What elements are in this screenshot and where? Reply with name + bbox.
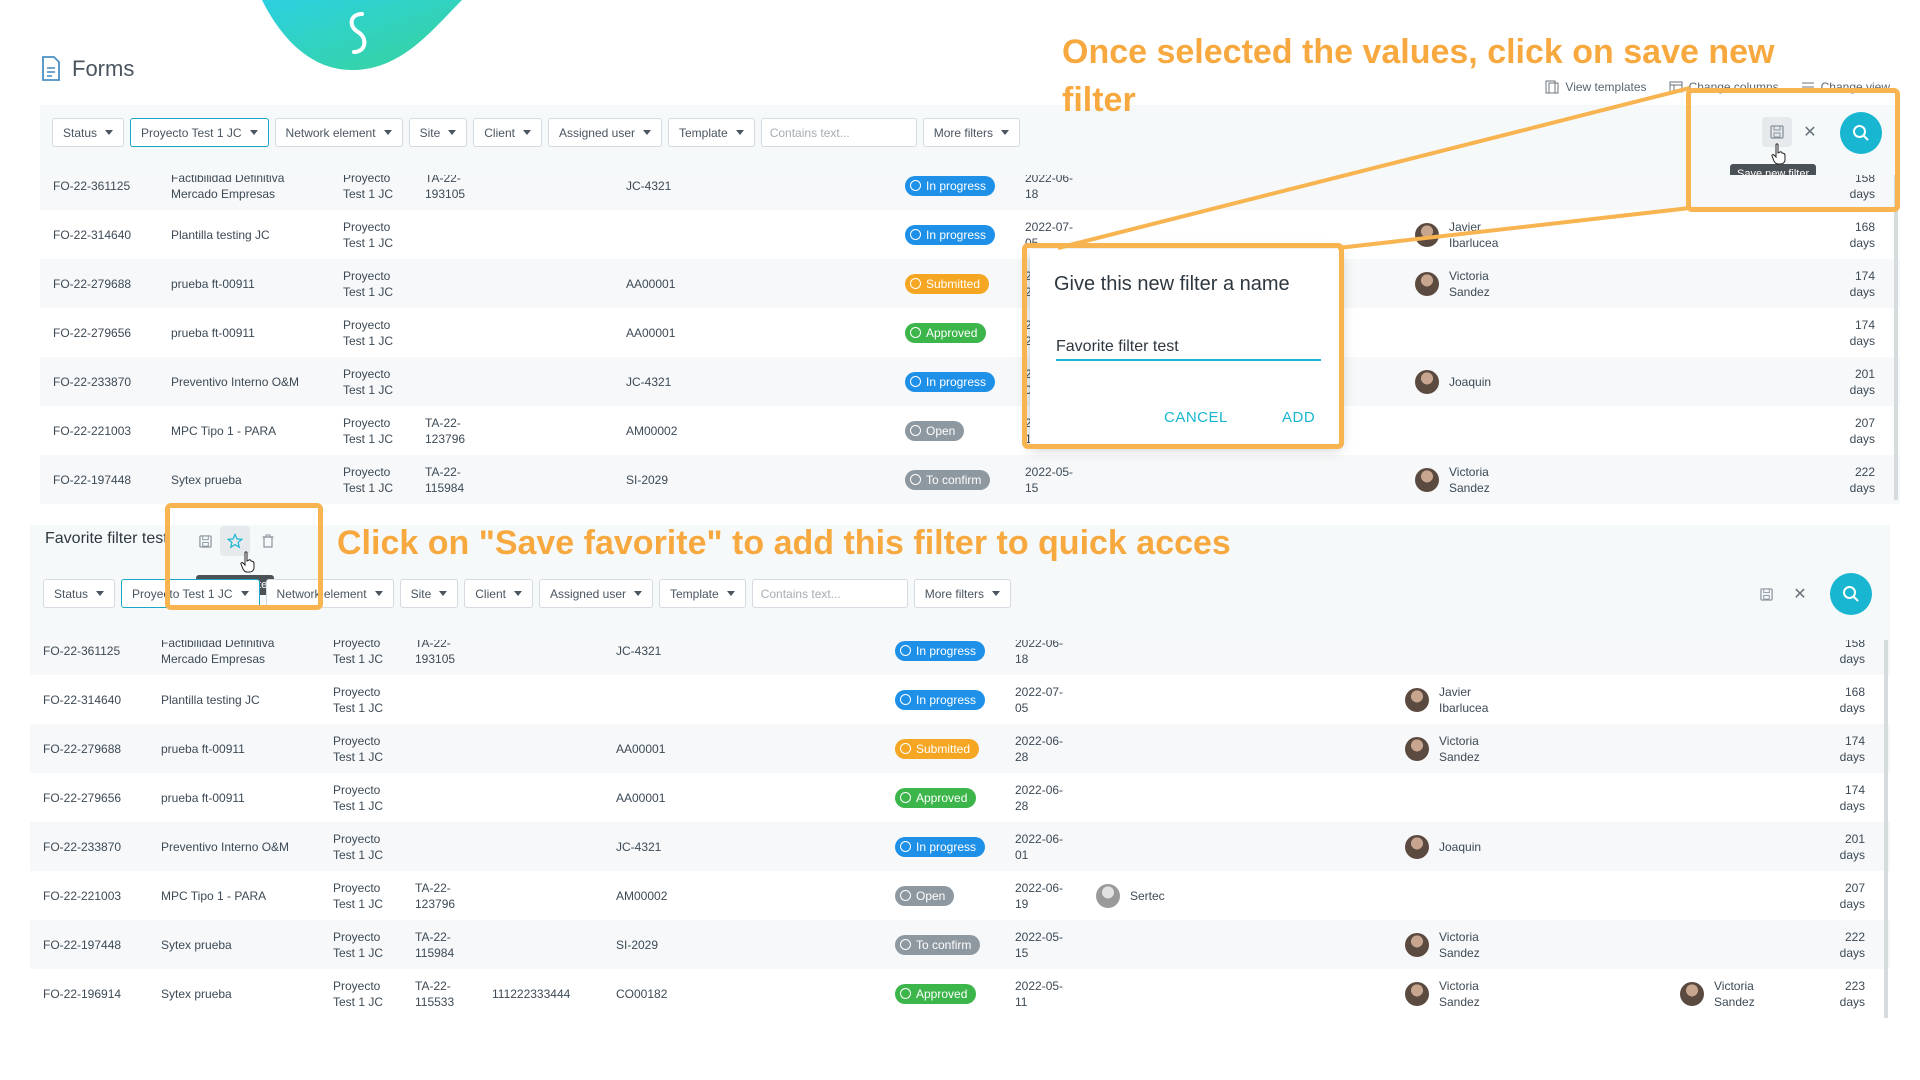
callout-middle: Click on "Save favorite" to add this fil… bbox=[337, 524, 1231, 562]
callout-top: Once selected the values, click on save … bbox=[1062, 33, 1775, 119]
save-favorite-highlight bbox=[165, 503, 323, 610]
dialog-highlight bbox=[1022, 243, 1344, 449]
